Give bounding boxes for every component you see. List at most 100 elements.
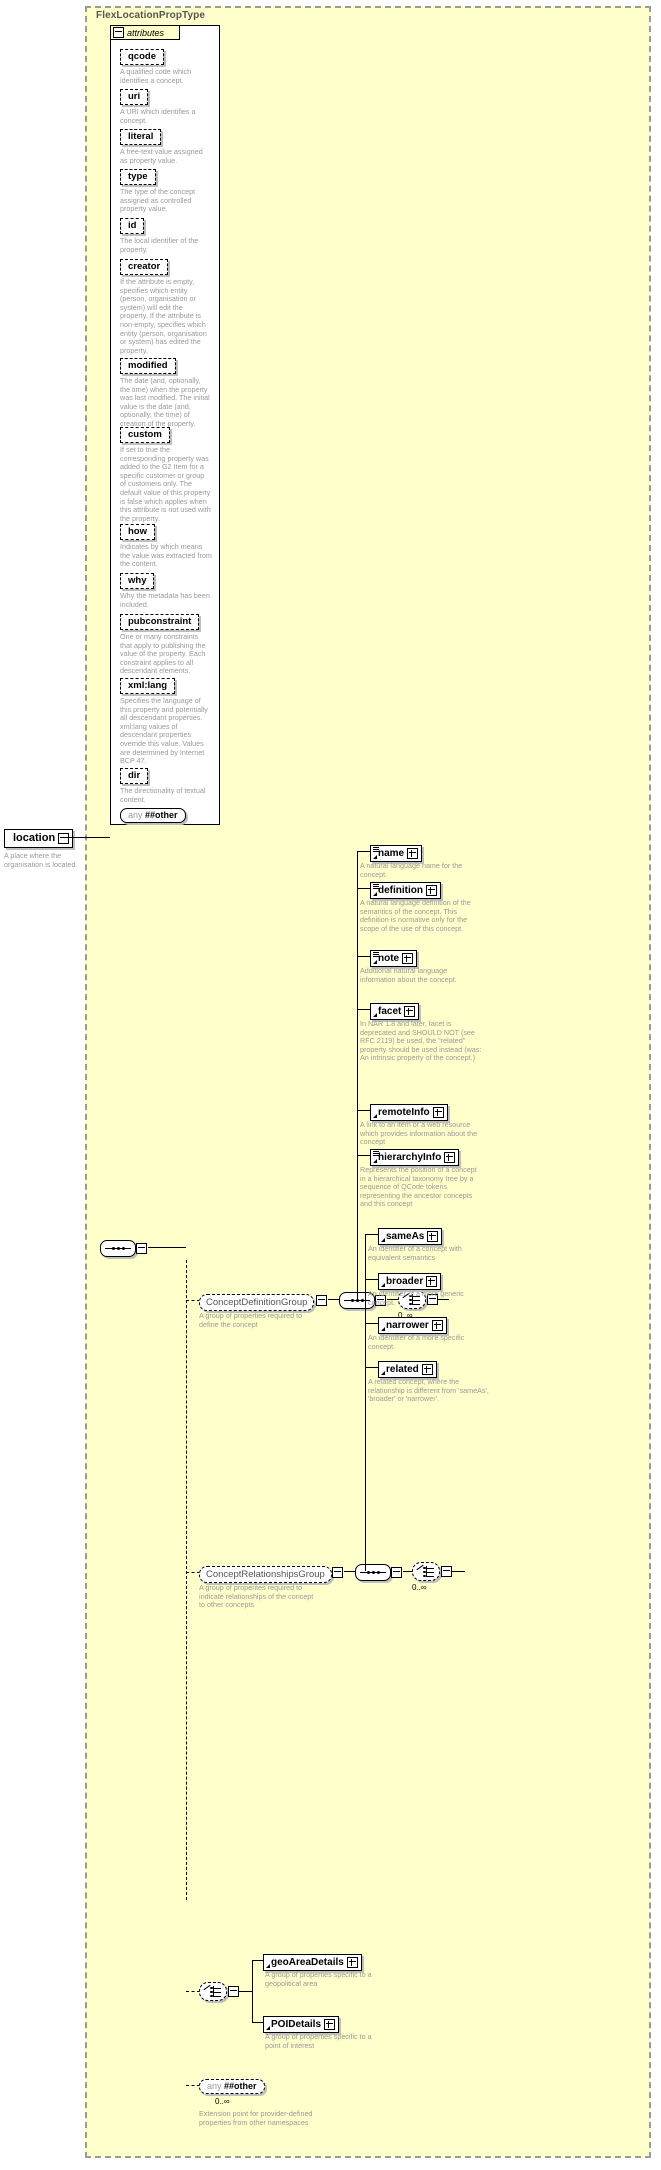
element-box[interactable]: broader [378,1273,442,1290]
attribute-name[interactable]: pubconstraint [120,614,200,630]
any-namespace-label: ##other [145,810,178,820]
element-name-label: sameAs [386,1231,425,1242]
attribute-xml-lang[interactable]: xml:lang Specifies the language of this … [120,675,212,766]
crg-sequence-connector[interactable] [355,1564,402,1586]
collapse-icon[interactable] [332,1567,343,1578]
attribute-name[interactable]: qcode [120,49,164,65]
element-name[interactable]: name [370,843,423,862]
expand-icon[interactable] [421,1364,433,1375]
attribute-name[interactable]: why [120,573,155,589]
attributes-tab[interactable]: attributes [110,25,180,40]
attribute-name[interactable]: type [120,169,156,185]
expand-icon[interactable] [426,1276,438,1287]
group-doc: A group of properites required to indica… [199,1583,314,1610]
element-name-label: definition [378,885,423,896]
attribute-name[interactable]: id [120,218,145,234]
element-box[interactable]: location [4,829,74,848]
attribute-id[interactable]: id The local identifier of the property. [120,215,212,254]
crg-child-line-0 [365,1234,379,1235]
crg-child-line-1 [365,1279,379,1280]
attribute-modified[interactable]: modified The date (and, optionally, the … [120,355,212,429]
element-box[interactable]: hierarchyInfo [370,1149,460,1166]
element-geoareadetails[interactable]: geoAreaDetails [263,1952,362,1971]
element-box[interactable]: related [378,1361,437,1378]
expand-icon[interactable] [427,1231,439,1242]
attribute-name[interactable]: uri [120,89,149,105]
element-box[interactable]: sameAs [378,1228,443,1245]
group-node[interactable]: ConceptRelationshipsGroup [199,1566,332,1583]
element-related[interactable]: related [378,1359,437,1378]
element-box[interactable]: remoteInfo [370,1104,448,1121]
attribute-name[interactable]: xml:lang [120,678,176,694]
expand-icon[interactable] [402,953,414,964]
collapse-icon[interactable] [391,1567,402,1578]
expand-icon[interactable] [431,1320,443,1331]
attribute-name[interactable]: modified [120,358,176,374]
expand-icon[interactable] [407,848,419,859]
attribute-doc: A qualified code which identifies a conc… [120,67,192,85]
expand-icon[interactable] [404,1006,416,1017]
element-box[interactable]: POIDetails [263,2016,340,2033]
collapse-icon[interactable] [316,1295,327,1306]
expand-icon[interactable] [346,1957,358,1968]
expand-icon[interactable] [432,1107,444,1118]
element-name-label: hierarchyInfo [378,1152,442,1163]
group-node[interactable]: ConceptDefinitionGroup [199,1294,315,1311]
attribute-name[interactable]: how [120,524,155,540]
sequence-icon [100,1240,136,1257]
element-facet[interactable]: facet [370,1001,420,1020]
element-box[interactable]: note [370,950,418,967]
details-trunk [252,1960,253,2022]
element-doc: Represents the position of a concept in … [360,1165,477,1209]
expand-icon[interactable] [426,885,437,896]
element-broader[interactable]: broader [378,1271,442,1290]
attribute-name[interactable]: literal [120,129,162,145]
any-other-node[interactable]: any ##other [120,808,186,823]
collapse-icon[interactable] [136,1243,147,1254]
element-note[interactable]: note [370,948,418,967]
group-concept-relationships[interactable]: ConceptRelationshipsGroup [199,1564,343,1583]
attribute-uri[interactable]: uri A URI which identifies a concept. [120,86,212,125]
element-doc: A group of properties specific to a poin… [265,2032,372,2050]
cdg-child-line-0 [357,851,371,852]
element-sameas[interactable]: sameAs [378,1226,443,1245]
extension-cardinality: 0..∞ [215,2097,230,2106]
element-remoteinfo[interactable]: remoteInfo [370,1102,448,1121]
group-concept-definition[interactable]: ConceptDefinitionGroup [199,1292,327,1311]
attribute-name[interactable]: creator [120,259,169,275]
root-sequence-connector[interactable] [100,1240,147,1262]
attribute-name[interactable]: dir [120,768,149,784]
any-other-node[interactable]: any ##other [199,2079,265,2094]
collapse-icon[interactable] [58,833,70,844]
root-element-location[interactable]: location A place where the organisation … [4,828,94,869]
attribute-custom[interactable]: custom If set to true the corresponding … [120,424,212,523]
element-definition[interactable]: definition [370,880,441,899]
element-box[interactable]: geoAreaDetails [263,1954,362,1971]
attribute-literal[interactable]: literal A free-text value assigned as pr… [120,126,212,165]
element-box[interactable]: definition [370,882,441,899]
expand-icon[interactable] [444,1152,456,1163]
any-prefix-label: any [128,810,143,820]
attribute-type[interactable]: type The type of the concept assigned as… [120,166,212,214]
element-box[interactable]: narrower [378,1317,447,1334]
attribute-how[interactable]: how Indicates by which means the value w… [120,521,212,569]
expand-icon[interactable] [324,2019,336,2030]
element-hierarchyinfo[interactable]: hierarchyInfo [370,1147,460,1166]
attribute-qcode[interactable]: qcode A qualified code which identifies … [120,46,212,85]
attribute-dir[interactable]: dir The directionality of textual conten… [120,765,212,804]
element-box[interactable]: facet [370,1003,420,1020]
attribute-why[interactable]: why Why the metadata has been included. [120,570,212,609]
attribute-doc: The date (and, optionally, the time) whe… [120,376,210,428]
element-poidetails[interactable]: POIDetails [263,2014,340,2033]
attribute-name[interactable]: custom [120,427,170,443]
attribute-creator[interactable]: creator If the attribute is empty, speci… [120,256,212,355]
element-narrower[interactable]: narrower [378,1315,447,1334]
details-choice-connector[interactable] [199,1982,239,2006]
attribute-any-other[interactable]: any ##other [120,805,186,823]
element-box[interactable]: name [370,845,423,862]
collapse-icon[interactable] [113,27,124,38]
extension-any-other[interactable]: any ##other [199,2076,265,2094]
element-doc: An identifier of a more generic concept. [368,1289,464,1307]
attribute-pubconstraint[interactable]: pubconstraint One or many constraints th… [120,611,212,676]
cdg-children-trunk [357,851,358,1299]
